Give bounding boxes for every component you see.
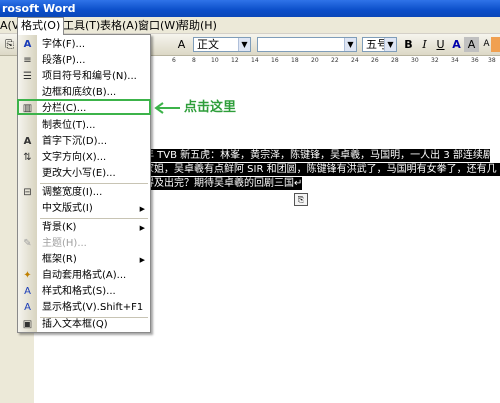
menu-item-label: 更改大小写(E)...	[42, 168, 116, 179]
bold-button[interactable]: B	[401, 37, 416, 52]
ruler-number: 8	[192, 57, 196, 64]
paragraph-icon: ≡	[23, 55, 32, 66]
reveal-formatting-icon: A	[24, 302, 31, 313]
menu-item-label: 字体(F)...	[42, 39, 86, 50]
menu-item-label: 制表位(T)...	[42, 120, 96, 131]
ruler-number: 34	[451, 57, 459, 64]
menu-item-font[interactable]: A 字体(F)...	[18, 37, 150, 53]
menu-separator	[40, 218, 148, 219]
autoformat-icon: ✦	[23, 270, 32, 281]
menu-item-bullets-numbering[interactable]: ☰ 项目符号和编号(N)...	[18, 69, 150, 85]
paste-options-icon[interactable]: ⎘	[294, 193, 308, 206]
textbox-icon: ▣	[22, 319, 33, 330]
menu-item-drop-cap[interactable]: A 首字下沉(D)...	[18, 134, 150, 150]
ruler-number: 10	[211, 57, 219, 64]
font-combo[interactable]: ▼	[257, 37, 357, 52]
menu-item-label: 段落(P)...	[42, 55, 86, 66]
title-bar: rosoft Word	[0, 0, 500, 17]
copy-icon[interactable]: ⎘	[2, 37, 17, 52]
menu-item-label: 背景(K)	[42, 222, 77, 233]
ruler-number: 28	[391, 57, 399, 64]
style-value: 正文	[197, 38, 219, 51]
shortcut-label: Shift+F1	[100, 302, 144, 313]
menu-item-label: 文字方向(X)...	[42, 152, 107, 163]
ruler-number: 30	[411, 57, 419, 64]
menu-item-asian-layout[interactable]: 中文版式(I) ▶	[18, 201, 150, 217]
menu-item-label: 项目符号和编号(N)...	[42, 71, 137, 82]
bullets-icon: ☰	[23, 71, 32, 82]
ruler-number: 14	[251, 57, 259, 64]
ruler-number: 26	[371, 57, 379, 64]
menu-item-insert-textbox[interactable]: ▣ 插入文本框(Q)	[18, 317, 150, 333]
ruler-number: 12	[231, 57, 239, 64]
selected-text-line[interactable]: 家姐，吴卓羲有点鲜阿 SIR 和团圆，陈键锋有洪武了，马国明有女拳了，还有几	[144, 163, 500, 176]
menu-item-autoformat[interactable]: ✦ 自动套用格式(A)...	[18, 268, 150, 284]
pointer-arrow-icon	[154, 102, 180, 114]
drop-cap-icon: A	[23, 136, 32, 147]
menu-bar: A(V) 格式(O) 工具(T) 表格(A) 窗口(W) 帮助(H)	[0, 17, 500, 35]
ruler-number: 16	[271, 57, 279, 64]
menu-item-text-direction[interactable]: ⇅ 文字方向(X)...	[18, 150, 150, 166]
style-combo[interactable]: 正文 ▼	[193, 37, 251, 52]
menu-item-reveal-formatting[interactable]: A 显示格式(V)... Shift+F1	[18, 300, 150, 316]
submenu-arrow-icon: ▶	[139, 224, 145, 232]
menu-item-change-case[interactable]: 更改大小写(E)...	[18, 166, 150, 182]
selected-text-line[interactable]: 年 TVB 新五虎：林峯，黄宗泽，陈键锋，吴卓羲，马国明，一人出 3 部连续剧吗…	[144, 149, 500, 162]
menu-item-background[interactable]: 背景(K) ▶	[18, 220, 150, 236]
ruler-number: 38	[488, 57, 496, 64]
menu-help[interactable]: 帮助(H)	[175, 18, 220, 33]
ruler-number: 20	[311, 57, 319, 64]
format-menu-dropdown: A 字体(F)... ≡ 段落(P)... ☰ 项目符号和编号(N)... 边框…	[17, 34, 151, 333]
ruler-number: 32	[431, 57, 439, 64]
annotation-label: 点击这里	[184, 100, 237, 115]
submenu-arrow-icon: ▶	[139, 205, 145, 213]
menu-item-label: 显示格式(V)...	[42, 302, 107, 313]
menu-item-label: 中文版式(I)	[42, 203, 93, 214]
menu-item-label: 自动套用格式(A)...	[42, 270, 127, 281]
selected-text-line[interactable]: 得及出完？期待吴卓羲的回剧三国↵	[144, 177, 303, 190]
theme-icon: ✎	[23, 238, 32, 249]
styles-pane-icon[interactable]: A	[174, 37, 189, 52]
chevron-down-icon[interactable]: ▼	[344, 38, 356, 51]
italic-button[interactable]: I	[417, 37, 432, 52]
menu-format[interactable]: 格式(O)	[17, 17, 65, 35]
font-size-combo[interactable]: 五号 ▼	[362, 37, 397, 52]
character-shading-icon[interactable]: A	[464, 37, 479, 52]
ruler-number: 36	[471, 57, 479, 64]
columns-highlight-box	[17, 99, 151, 115]
menu-item-theme: ✎ 主题(H)...	[18, 236, 150, 252]
menu-item-styles-formatting[interactable]: A 样式和格式(S)...	[18, 284, 150, 300]
menu-item-label: 调整宽度(I)...	[42, 187, 103, 198]
align-icon[interactable]	[491, 37, 500, 52]
window-title: rosoft Word	[2, 2, 76, 15]
ruler-number: 18	[291, 57, 299, 64]
menu-item-paragraph[interactable]: ≡ 段落(P)...	[18, 53, 150, 69]
menu-item-label: 框架(R)	[42, 254, 77, 265]
menu-item-frames[interactable]: 框架(R) ▶	[18, 252, 150, 268]
menu-item-tabs[interactable]: 制表位(T)...	[18, 118, 150, 134]
chevron-down-icon[interactable]: ▼	[238, 38, 250, 51]
character-border-icon[interactable]: A	[449, 37, 464, 52]
fit-width-icon: ⊟	[23, 187, 32, 198]
styles-icon: A	[24, 286, 31, 297]
menu-item-label: 主题(H)...	[42, 238, 87, 249]
menu-item-label: 样式和格式(S)...	[42, 286, 116, 297]
ruler-number: 22	[331, 57, 339, 64]
text-direction-icon: ⇅	[23, 152, 32, 163]
menu-item-label: 插入文本框(Q)	[42, 319, 108, 330]
ruler-number: 6	[172, 57, 176, 64]
menu-item-fit-width[interactable]: ⊟ 调整宽度(I)...	[18, 185, 150, 201]
menu-item-label: 首字下沉(D)...	[42, 136, 108, 147]
underline-button[interactable]: U	[433, 37, 448, 52]
submenu-arrow-icon: ▶	[139, 256, 145, 264]
font-icon: A	[23, 39, 32, 50]
ruler-number: 24	[351, 57, 359, 64]
chevron-down-icon[interactable]: ▼	[384, 38, 396, 51]
menu-separator	[40, 183, 148, 184]
